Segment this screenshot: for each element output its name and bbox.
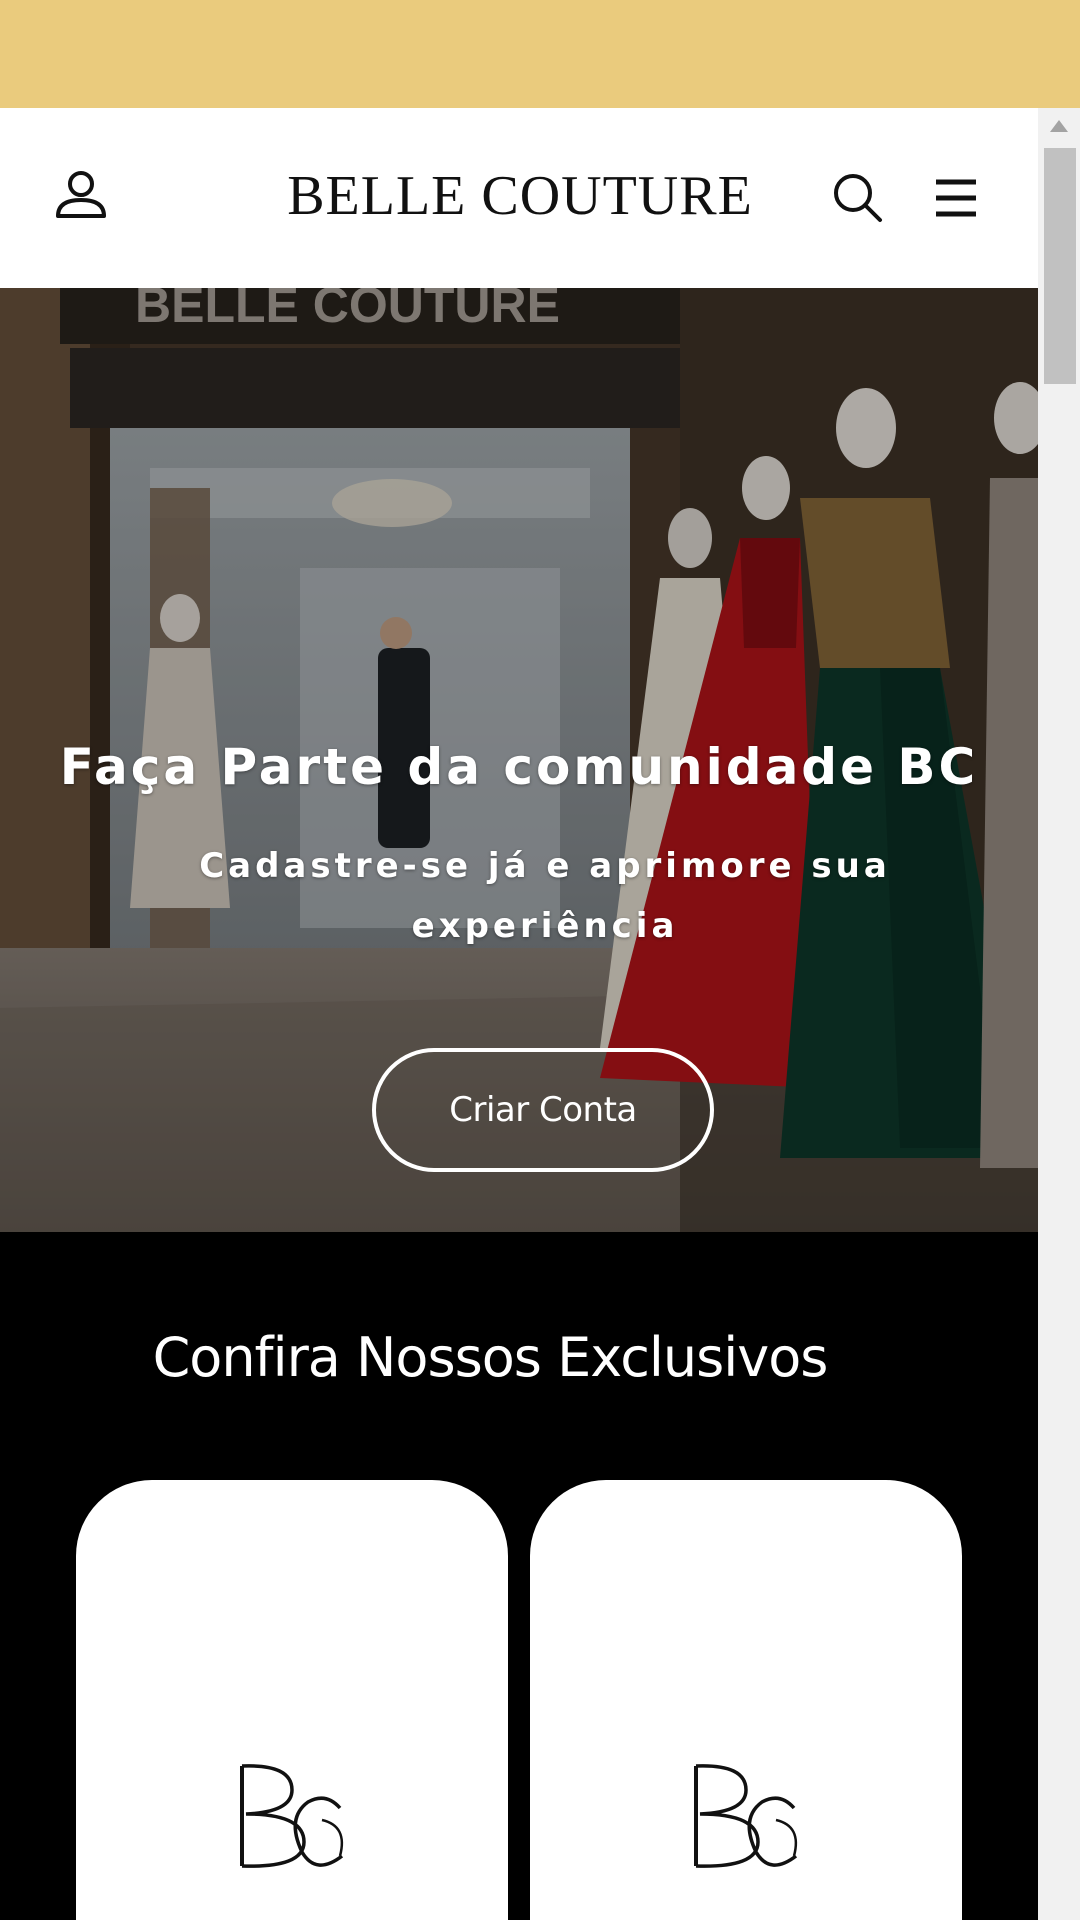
exclusives-section: Confira Nossos Exclusivos — [0, 1232, 1038, 1920]
top-banner — [0, 0, 1080, 108]
user-icon — [56, 171, 106, 218]
page-viewport: BELLE COUTURE BELLE COUTURE Faça Parte d… — [0, 108, 1038, 1920]
scrollbar-thumb[interactable] — [1044, 148, 1076, 384]
brand-logo[interactable]: BELLE COUTURE — [180, 156, 860, 236]
hero-banner: BELLE COUTURE Faça Parte da comunidade B… — [0, 288, 1038, 1232]
hamburger-menu-icon — [936, 179, 976, 217]
site-header: BELLE COUTURE — [0, 108, 1038, 288]
search-icon — [834, 174, 882, 222]
search-button[interactable] — [828, 168, 888, 228]
bc-monogram-logo — [694, 1764, 798, 1868]
exclusive-card[interactable] — [530, 1480, 962, 1920]
hero-title: Faça Parte da comunidade BC — [59, 738, 979, 796]
hero-subtitle: Cadastre-se já e aprimore sua experiênci… — [199, 846, 891, 946]
create-account-button[interactable]: Criar Conta — [372, 1048, 714, 1172]
exclusive-card[interactable] — [76, 1480, 508, 1920]
account-button[interactable] — [52, 166, 110, 224]
menu-button[interactable] — [928, 170, 984, 226]
exclusives-title: Confira Nossos Exclusivos — [152, 1326, 829, 1389]
triangle-up-icon — [1050, 120, 1068, 132]
bc-monogram-logo — [240, 1764, 344, 1868]
vertical-scrollbar[interactable] — [1038, 108, 1080, 1920]
scroll-up-arrow[interactable] — [1038, 108, 1080, 146]
